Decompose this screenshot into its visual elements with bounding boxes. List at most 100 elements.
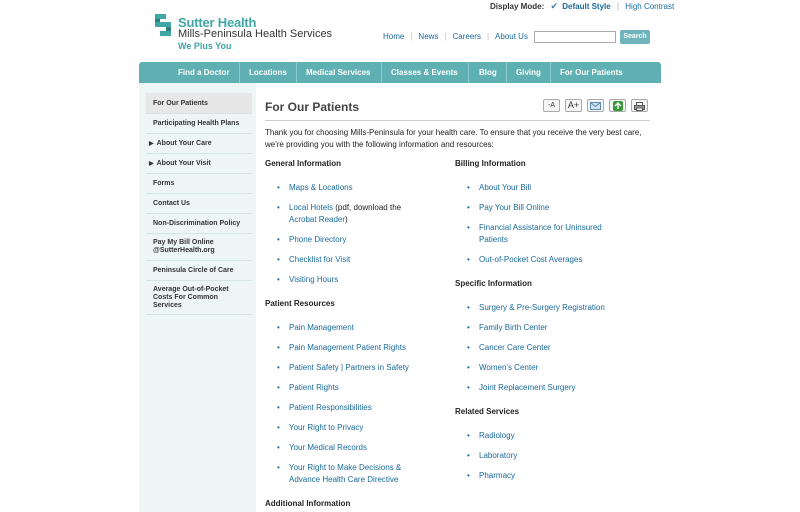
high-contrast-link[interactable]: High Contrast <box>625 2 674 11</box>
nav-for-our-patients[interactable]: For Our Patients <box>560 62 623 83</box>
link-patient-responsibilities[interactable]: Patient Responsibilities <box>289 403 372 412</box>
link-patient-rights[interactable]: Patient Rights <box>289 383 339 392</box>
search-input[interactable] <box>534 31 616 43</box>
list-item[interactable]: • Your Medical Records <box>277 442 367 454</box>
link-laboratory[interactable]: Laboratory <box>479 451 517 460</box>
list-item[interactable]: • Your Right to Make Decisions & Advance H… <box>277 462 401 486</box>
bullet: • <box>277 423 280 432</box>
link-radiology[interactable]: Radiology <box>479 431 515 440</box>
header-link-news[interactable]: News <box>418 32 438 41</box>
list-item[interactable]: • Laboratory <box>467 450 517 462</box>
list-item[interactable]: • Visiting Hours <box>277 274 338 286</box>
list-item[interactable]: • Pain Management <box>277 322 354 334</box>
site-logo[interactable]: Sutter Health Mills-Peninsula Health Ser… <box>152 12 332 54</box>
link-local-hotels[interactable]: Local Hotels <box>289 203 333 212</box>
nav-divider <box>468 62 469 83</box>
nav-locations[interactable]: Locations <box>249 62 287 83</box>
link-visiting-hours[interactable]: Visiting Hours <box>289 275 338 284</box>
header-links: Home | News | Careers | About Us <box>383 32 528 41</box>
link-family-birth-center[interactable]: Family Birth Center <box>479 323 547 332</box>
header-link-about-us[interactable]: About Us <box>495 32 528 41</box>
list-item[interactable]: • Local Hotels (pdf, download the Acrobat … <box>277 202 402 226</box>
link-checklist-for-visit[interactable]: Checklist for Visit <box>289 255 350 264</box>
link-pharmacy[interactable]: Pharmacy <box>479 471 515 480</box>
sidebar-item-non-discrimination-policy[interactable]: Non-Discrimination Policy <box>146 214 252 234</box>
sidebar-item-participating-health-plans[interactable]: Participating Health Plans <box>146 114 252 134</box>
email-button[interactable] <box>587 99 604 112</box>
search-button[interactable]: Search <box>620 30 650 44</box>
sidebar-item-about-your-visit[interactable]: ▶ About Your Visit <box>146 154 252 174</box>
header-link-careers[interactable]: Careers <box>453 32 481 41</box>
link-out-of-pocket-cost-averages[interactable]: Out-of-Pocket Cost Averages <box>479 255 582 264</box>
nav-find-a-doctor[interactable]: Find a Doctor <box>178 62 230 83</box>
list-item[interactable]: • Radiology <box>467 430 515 442</box>
link-acrobat-reader[interactable]: Acrobat Reader <box>289 215 345 224</box>
nav-giving[interactable]: Giving <box>516 62 541 83</box>
list-item[interactable]: • Your Right to Privacy <box>277 422 363 434</box>
decrease-text-button[interactable]: -A <box>543 99 560 112</box>
link-financial-assistance-cont[interactable]: Patients <box>479 235 508 244</box>
link-patient-safety[interactable]: Patient Safety | Partners in Safety <box>289 363 409 372</box>
default-style-link[interactable]: Default Style <box>562 2 610 11</box>
sidebar-item-contact-us[interactable]: Contact Us <box>146 194 252 214</box>
bullet: • <box>467 363 470 372</box>
sidebar-item-for-our-patients[interactable]: For Our Patients <box>146 93 252 114</box>
list-item[interactable]: • Checklist for Visit <box>277 254 350 266</box>
link-right-to-privacy[interactable]: Your Right to Privacy <box>289 423 363 432</box>
bullet: • <box>277 203 280 212</box>
link-joint-replacement-surgery[interactable]: Joint Replacement Surgery <box>479 383 576 392</box>
link-pain-management-patient-rights[interactable]: Pain Management Patient Rights <box>289 343 406 352</box>
list-item[interactable]: • Maps & Locations <box>277 182 353 194</box>
list-item[interactable]: • Patient Safety | Partners in Safety <box>277 362 409 374</box>
link-surgery-registration[interactable]: Surgery & Pre-Surgery Registration <box>479 303 605 312</box>
link-pain-management[interactable]: Pain Management <box>289 323 354 332</box>
sidebar-item-label: Forms <box>153 180 175 187</box>
list-item[interactable]: • Surgery & Pre-Surgery Registration <box>467 302 605 314</box>
list-item[interactable]: • Pay Your Bill Online <box>467 202 549 214</box>
list-item[interactable]: • Family Birth Center <box>467 322 547 334</box>
sidebar-item-forms[interactable]: Forms <box>146 174 252 194</box>
nav-blog[interactable]: Blog <box>479 62 497 83</box>
increase-text-button[interactable]: A+ <box>565 99 582 112</box>
sidebar-item-about-your-care[interactable]: ▶ About Your Care <box>146 134 252 154</box>
link-right-to-make-decisions[interactable]: Your Right to Make Decisions & <box>289 463 401 472</box>
local-hotels-note: (pdf, download the <box>335 203 402 212</box>
link-womens-center[interactable]: Women's Center <box>479 363 538 372</box>
nav-medical-services[interactable]: Medical Services <box>306 62 370 83</box>
list-item[interactable]: • Pharmacy <box>467 470 515 482</box>
bullet: • <box>467 183 470 192</box>
list-item[interactable]: • Out-of-Pocket Cost Averages <box>467 254 582 266</box>
link-financial-assistance[interactable]: Financial Assistance for Uninsured <box>479 223 602 232</box>
list-item[interactable]: • Patient Responsibilities <box>277 402 372 414</box>
link-cancer-care-center[interactable]: Cancer Care Center <box>479 343 551 352</box>
link-maps-locations[interactable]: Maps & Locations <box>289 183 353 192</box>
logo-tagline: We Plus You <box>178 41 232 51</box>
link-about-your-bill[interactable]: About Your Bill <box>479 183 531 192</box>
link-pay-your-bill-online[interactable]: Pay Your Bill Online <box>479 203 549 212</box>
list-item[interactable]: • Cancer Care Center <box>467 342 551 354</box>
list-item[interactable]: • About Your Bill <box>467 182 531 194</box>
header-link-home[interactable]: Home <box>383 32 404 41</box>
list-item[interactable]: • Phone Directory <box>277 234 346 246</box>
divider: | <box>486 32 490 41</box>
list-item[interactable]: • Women's Center <box>467 362 538 374</box>
nav-classes-events[interactable]: Classes & Events <box>391 62 458 83</box>
link-advance-directive[interactable]: Advance Health Care Directive <box>289 475 398 484</box>
sidebar-item-label: Average Out-of-Pocket Costs For Common S… <box>153 285 229 309</box>
display-mode-bar: Display Mode: ✔ Default Style | High Con… <box>490 1 674 12</box>
list-item[interactable]: • Joint Replacement Surgery <box>467 382 576 394</box>
link-medical-records[interactable]: Your Medical Records <box>289 443 367 452</box>
nav-divider <box>296 62 297 83</box>
list-item[interactable]: • Pain Management Patient Rights <box>277 342 406 354</box>
bullet: • <box>467 323 470 332</box>
sidebar-item-pay-my-bill[interactable]: Pay My Bill Online @SutterHealth.org <box>146 234 252 261</box>
list-item[interactable]: • Financial Assistance for Uninsured Patie… <box>467 222 602 246</box>
sidebar-item-label: For Our Patients <box>153 99 208 107</box>
link-phone-directory[interactable]: Phone Directory <box>289 235 346 244</box>
list-item[interactable]: • Patient Rights <box>277 382 339 394</box>
share-button[interactable] <box>609 99 626 112</box>
sidebar-item-average-out-of-pocket-costs[interactable]: Average Out-of-Pocket Costs For Common S… <box>146 281 252 315</box>
print-button[interactable] <box>631 99 648 112</box>
sidebar-item-label: Non-Discrimination Policy <box>153 220 241 227</box>
sidebar-item-peninsula-circle-of-care[interactable]: Peninsula Circle of Care <box>146 261 252 281</box>
